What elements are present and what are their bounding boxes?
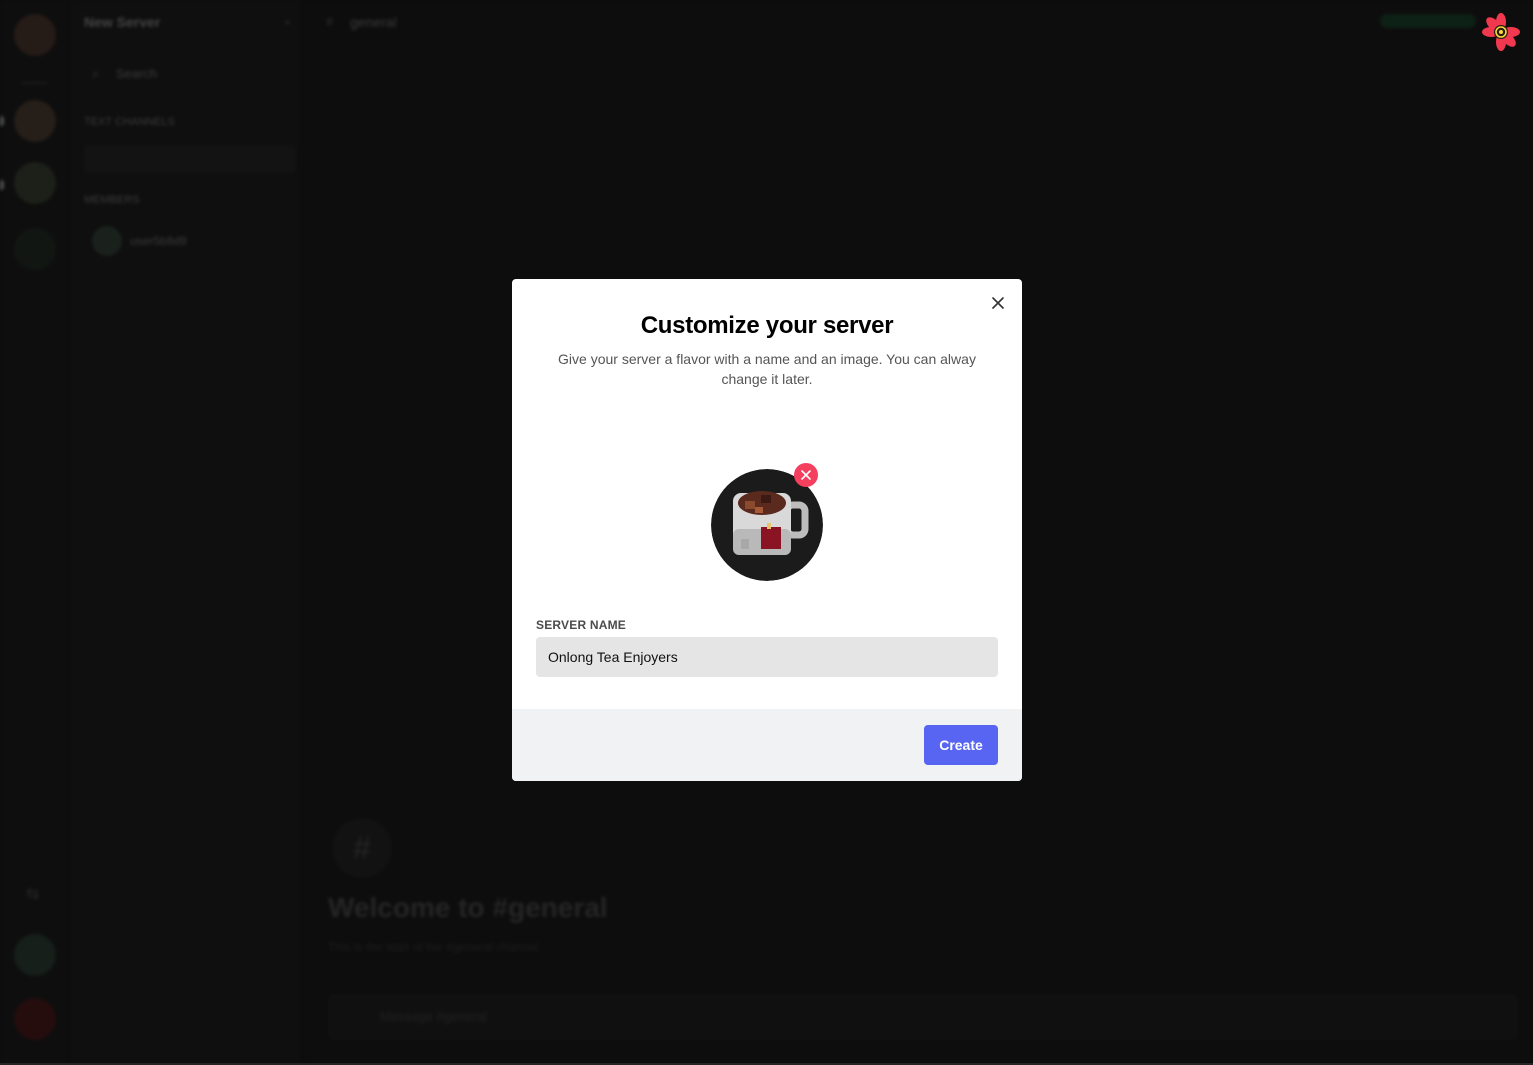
- create-button[interactable]: Create: [924, 725, 998, 765]
- customize-server-modal: Customize your server Give your server a…: [512, 279, 1022, 781]
- server-name-input[interactable]: [536, 637, 998, 677]
- remove-image-button[interactable]: [794, 463, 818, 487]
- logo-icon[interactable]: [1481, 12, 1521, 52]
- close-button[interactable]: [988, 293, 1008, 313]
- modal-title: Customize your server: [640, 312, 894, 339]
- server-image-preview[interactable]: [711, 463, 823, 581]
- modal-subtitle: Give your server a flavor with a name an…: [558, 351, 976, 387]
- server-name-label: SERVER NAME: [536, 618, 626, 632]
- close-icon: [992, 297, 1004, 309]
- modal-footer: Create: [512, 709, 1022, 781]
- remove-icon: [801, 470, 811, 480]
